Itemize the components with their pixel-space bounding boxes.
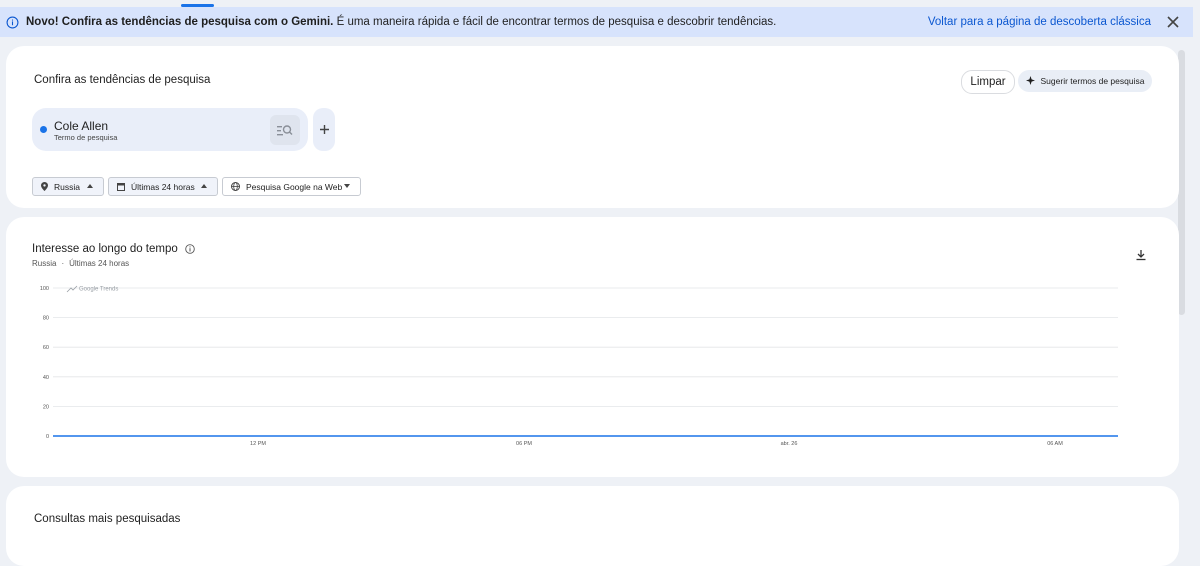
x-tick-label: abr. 26: [781, 441, 798, 447]
banner-text: É uma maneira rápida e fácil de encontra…: [333, 16, 777, 28]
x-tick-label: 12 PM: [250, 441, 266, 447]
google-trends-watermark: Google Trends: [79, 287, 118, 293]
classic-page-link[interactable]: Voltar para a página de descoberta cláss…: [928, 16, 1151, 28]
banner-bold-text: Novo! Confira as tendências de pesquisa …: [26, 16, 334, 28]
region-filter-label: Russia: [54, 181, 80, 192]
explore-title: Confira as tendências de pesquisa: [34, 74, 211, 86]
interest-time: Últimas 24 horas: [69, 259, 130, 268]
y-tick-label: 0: [46, 434, 49, 440]
search-list-icon: [277, 125, 293, 136]
y-tick-label: 100: [40, 286, 49, 292]
interest-subtitle: Russia · Últimas 24 horas: [32, 259, 130, 268]
term-name: Cole Allen: [54, 119, 109, 133]
term-search-button[interactable]: [270, 115, 300, 145]
term-type: Termo de pesquisa: [54, 133, 118, 142]
caret-up-icon: [201, 184, 207, 188]
location-pin-icon: [41, 182, 48, 191]
y-tick-label: 80: [43, 316, 49, 322]
y-tick-label: 60: [43, 345, 49, 351]
x-tick-label: 06 PM: [516, 441, 532, 447]
interest-region: Russia: [32, 259, 57, 268]
y-tick-label: 20: [43, 404, 49, 410]
property-filter[interactable]: Pesquisa Google na Web: [222, 177, 361, 196]
suggest-terms-label: Sugerir termos de pesquisa: [1040, 76, 1145, 86]
related-card: Consultas mais pesquisadas: [6, 486, 1179, 566]
add-term-button[interactable]: [313, 108, 335, 151]
sparkle-icon: [1025, 76, 1035, 85]
caret-up-icon: [87, 184, 93, 188]
plus-icon: [319, 125, 329, 134]
related-title: Consultas mais pesquisadas: [34, 513, 181, 525]
caret-down-icon: [344, 184, 350, 188]
property-filter-label: Pesquisa Google na Web: [246, 181, 343, 192]
suggest-terms-button[interactable]: Sugerir termos de pesquisa: [1018, 70, 1152, 92]
info-icon: [6, 16, 19, 28]
search-term-chip[interactable]: Cole Allen Termo de pesquisa: [32, 108, 308, 151]
help-icon[interactable]: [185, 244, 195, 254]
calendar-icon: [117, 183, 125, 191]
y-tick-label: 40: [43, 375, 49, 381]
globe-icon: [231, 182, 240, 191]
time-filter-label: Últimas 24 horas: [131, 181, 195, 192]
banner-message: Novo! Confira as tendências de pesquisa …: [26, 16, 776, 28]
close-icon[interactable]: [1167, 16, 1179, 28]
region-filter[interactable]: Russia: [32, 177, 104, 196]
interest-title-row: Interesse ao longo do tempo: [32, 243, 195, 255]
clear-button[interactable]: Limpar: [961, 70, 1015, 94]
download-icon[interactable]: [1135, 249, 1147, 261]
interest-card: Interesse ao longo do tempo Russia · Últim…: [6, 217, 1179, 477]
interest-chart: 100 80 60 40 20 0 Google Trends 12 PM 06 PM abr. …: [40, 285, 1118, 447]
gemini-banner: Novo! Confira as tendências de pesquisa …: [0, 7, 1193, 37]
trends-logo-icon: [66, 285, 78, 293]
interest-title: Interesse ao longo do tempo: [32, 243, 178, 255]
x-tick-label: 06 AM: [1047, 441, 1063, 447]
scrollbar[interactable]: [1178, 50, 1185, 315]
explore-card: Confira as tendências de pesquisa Limpar…: [6, 46, 1179, 208]
time-filter[interactable]: Últimas 24 horas: [108, 177, 218, 196]
term-color-dot: [40, 126, 47, 133]
